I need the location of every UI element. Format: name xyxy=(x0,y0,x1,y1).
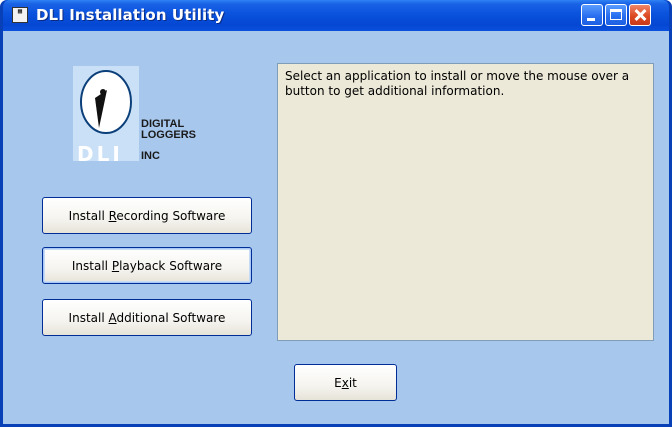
logo-line-loggers: LOGGERS xyxy=(141,129,197,141)
logo-company-name: DIGITAL LOGGERS xyxy=(141,119,196,141)
minimize-button[interactable] xyxy=(581,4,603,26)
info-panel: Select an application to install or move… xyxy=(277,63,654,341)
exit-button[interactable]: Exit xyxy=(294,364,397,401)
install-recording-label: Install Recording Software xyxy=(68,208,226,223)
exit-label: Exit xyxy=(334,375,357,390)
window-title: DLI Installation Utility xyxy=(36,6,225,24)
window-client-area: DLI DIGITAL LOGGERS INC Install Recordin… xyxy=(3,31,669,424)
app-window: ▦ DLI Installation Utility DLI DIGITAL L… xyxy=(0,0,672,427)
app-disk-icon[interactable]: ▦ xyxy=(12,7,28,23)
install-recording-button[interactable]: Install Recording Software xyxy=(42,197,252,234)
logo-mark: DLI xyxy=(73,66,139,166)
install-playback-label: Install Playback Software xyxy=(71,258,223,273)
close-button[interactable] xyxy=(629,4,651,26)
dli-logo: DLI DIGITAL LOGGERS INC xyxy=(73,66,213,166)
logo-line-inc: INC xyxy=(141,150,160,162)
install-playback-button[interactable]: Install Playback Software xyxy=(42,247,252,284)
title-bar[interactable]: ▦ DLI Installation Utility xyxy=(3,0,669,31)
logo-dli-text: DLI xyxy=(77,142,123,166)
info-text: Select an application to install or move… xyxy=(285,69,630,98)
install-additional-label: Install Additional Software xyxy=(68,310,226,325)
maximize-button[interactable] xyxy=(605,4,627,26)
install-additional-button[interactable]: Install Additional Software xyxy=(42,299,252,336)
